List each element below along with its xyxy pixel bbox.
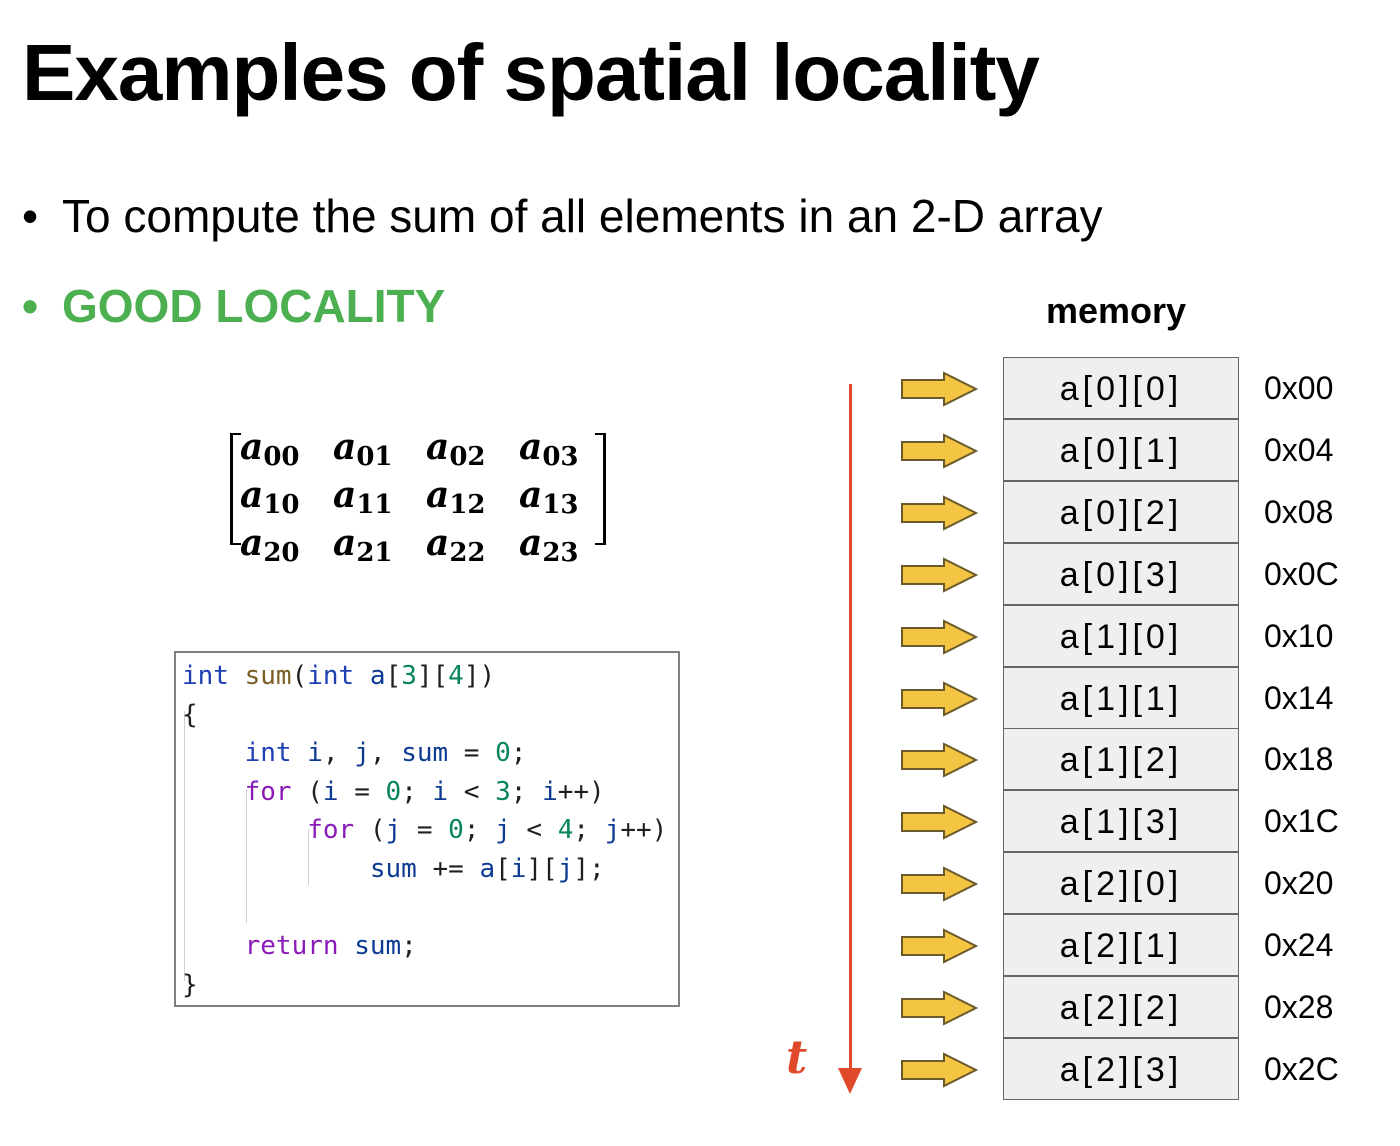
bullet-compute-sum: • To compute the sum of all elements in a… [22,186,1103,246]
memory-row: a[2][2] 0x28 [900,976,1360,1038]
memory-cell: a[2][0] [1003,852,1239,915]
memory-row: a[1][3] 0x1C [900,790,1360,853]
bullet-good-locality: • GOOD LOCALITY [22,276,445,336]
memory-row: a[0][2] 0x08 [900,480,1360,543]
memory-row: a[0][3] 0x0C [900,542,1360,605]
code-line: } [182,969,198,1000]
matrix-element: a01 [333,426,393,472]
right-arrow-icon [901,990,978,1026]
matrix-element: a03 [519,426,579,472]
memory-cell: a[0][1] [1003,418,1239,481]
memory-cell: a[1][3] [1003,790,1239,853]
matrix-row: a00 a01 a02 a03 [240,425,612,473]
memory-header: memory [1046,290,1187,331]
matrix-row: a20 a21 a22 a23 [240,521,612,569]
matrix-grid: a00 a01 a02 a03 a10 a11 a12 a13 a20 a21 … [240,425,612,569]
code-line: return sum; [244,931,417,962]
memory-address: 0x08 [1264,493,1334,530]
memory-address: 0x00 [1264,370,1334,406]
memory-row: a[2][0] 0x20 [900,852,1360,915]
matrix-element: a21 [333,522,393,568]
right-arrow-icon [901,804,978,840]
memory-row: a[1][0] 0x10 [900,604,1360,667]
matrix-element: a00 [240,426,300,472]
matrix-element: a11 [333,474,393,520]
memory-cell: a[0][2] [1003,480,1239,543]
matrix-element: a12 [426,474,486,520]
right-arrow-icon [901,680,978,717]
memory-cell: a[1][1] [1003,666,1239,729]
matrix-element: a22 [426,522,486,568]
matrix-row: a10 a11 a12 a13 [240,473,612,521]
memory-address: 0x24 [1264,927,1334,964]
memory-address: 0x10 [1264,617,1334,654]
memory-cell: a[1][0] [1003,604,1239,667]
bullet-dot: • [22,280,39,332]
memory-row: a[2][1] 0x24 [900,914,1360,977]
right-arrow-icon [901,557,978,593]
time-axis-arrowhead [838,1068,862,1094]
memory-row: a[1][2] 0x18 [900,728,1360,791]
memory-address: 0x2C [1264,1050,1339,1087]
matrix-element: a20 [240,522,300,568]
right-arrow-icon [901,371,978,407]
right-arrow-icon [901,1052,978,1088]
memory-address: 0x14 [1264,679,1334,716]
code-line: int sum(int a[3][4]) [182,661,496,691]
matrix-element: a02 [426,426,486,472]
time-axis-line [849,384,852,1074]
memory-row: a[0][0] 0x00 [900,357,1360,419]
memory-address: 0x18 [1264,741,1334,778]
right-arrow-icon [901,742,978,779]
code-line: sum += a[i][j]; [369,854,605,884]
bullet-dot: • [22,190,39,242]
slide-title: Examples of spatial locality [22,28,1040,117]
code-snippet: int sum(int a[3][4]) { int i, j, sum = 0;… [174,651,680,1007]
memory-row: a[1][1] 0x14 [900,666,1360,729]
memory-cell: a[0][0] [1003,357,1239,419]
matrix-element: a13 [519,474,579,520]
code-line: int i, j, sum = 0; [244,738,527,769]
matrix-element: a10 [240,474,300,520]
memory-row: a[2][3] 0x2C [900,1037,1360,1100]
memory-address: 0x1C [1264,803,1339,840]
right-arrow-icon [901,928,978,964]
bullet-text: GOOD LOCALITY [62,280,446,332]
code-line: { [182,699,198,730]
code-line: for (i = 0; i < 3; i++) [244,776,605,807]
memory-cell: a[2][3] [1003,1037,1239,1100]
bullet-text: To compute the sum of all elements in an… [62,190,1103,242]
right-arrow-icon [901,433,978,469]
memory-address: 0x04 [1264,431,1334,468]
memory-cell: a[1][2] [1003,728,1239,791]
memory-cell: a[2][1] [1003,914,1239,977]
memory-row: a[0][1] 0x04 [900,418,1360,481]
time-label: t [786,1030,808,1084]
right-arrow-icon [901,618,978,655]
right-arrow-icon [901,495,978,531]
memory-address: 0x28 [1264,989,1334,1025]
code-line: for (j = 0; j < 4; j++) [307,815,668,846]
matrix-2d-array: a00 a01 a02 a03 a10 a11 a12 a13 a20 a21 … [226,425,612,568]
memory-address: 0x20 [1264,865,1334,902]
memory-address: 0x0C [1264,555,1339,592]
matrix-element: a23 [519,522,579,568]
memory-cell: a[2][2] [1003,976,1239,1038]
memory-cell: a[0][3] [1003,542,1239,605]
right-arrow-icon [901,866,978,902]
